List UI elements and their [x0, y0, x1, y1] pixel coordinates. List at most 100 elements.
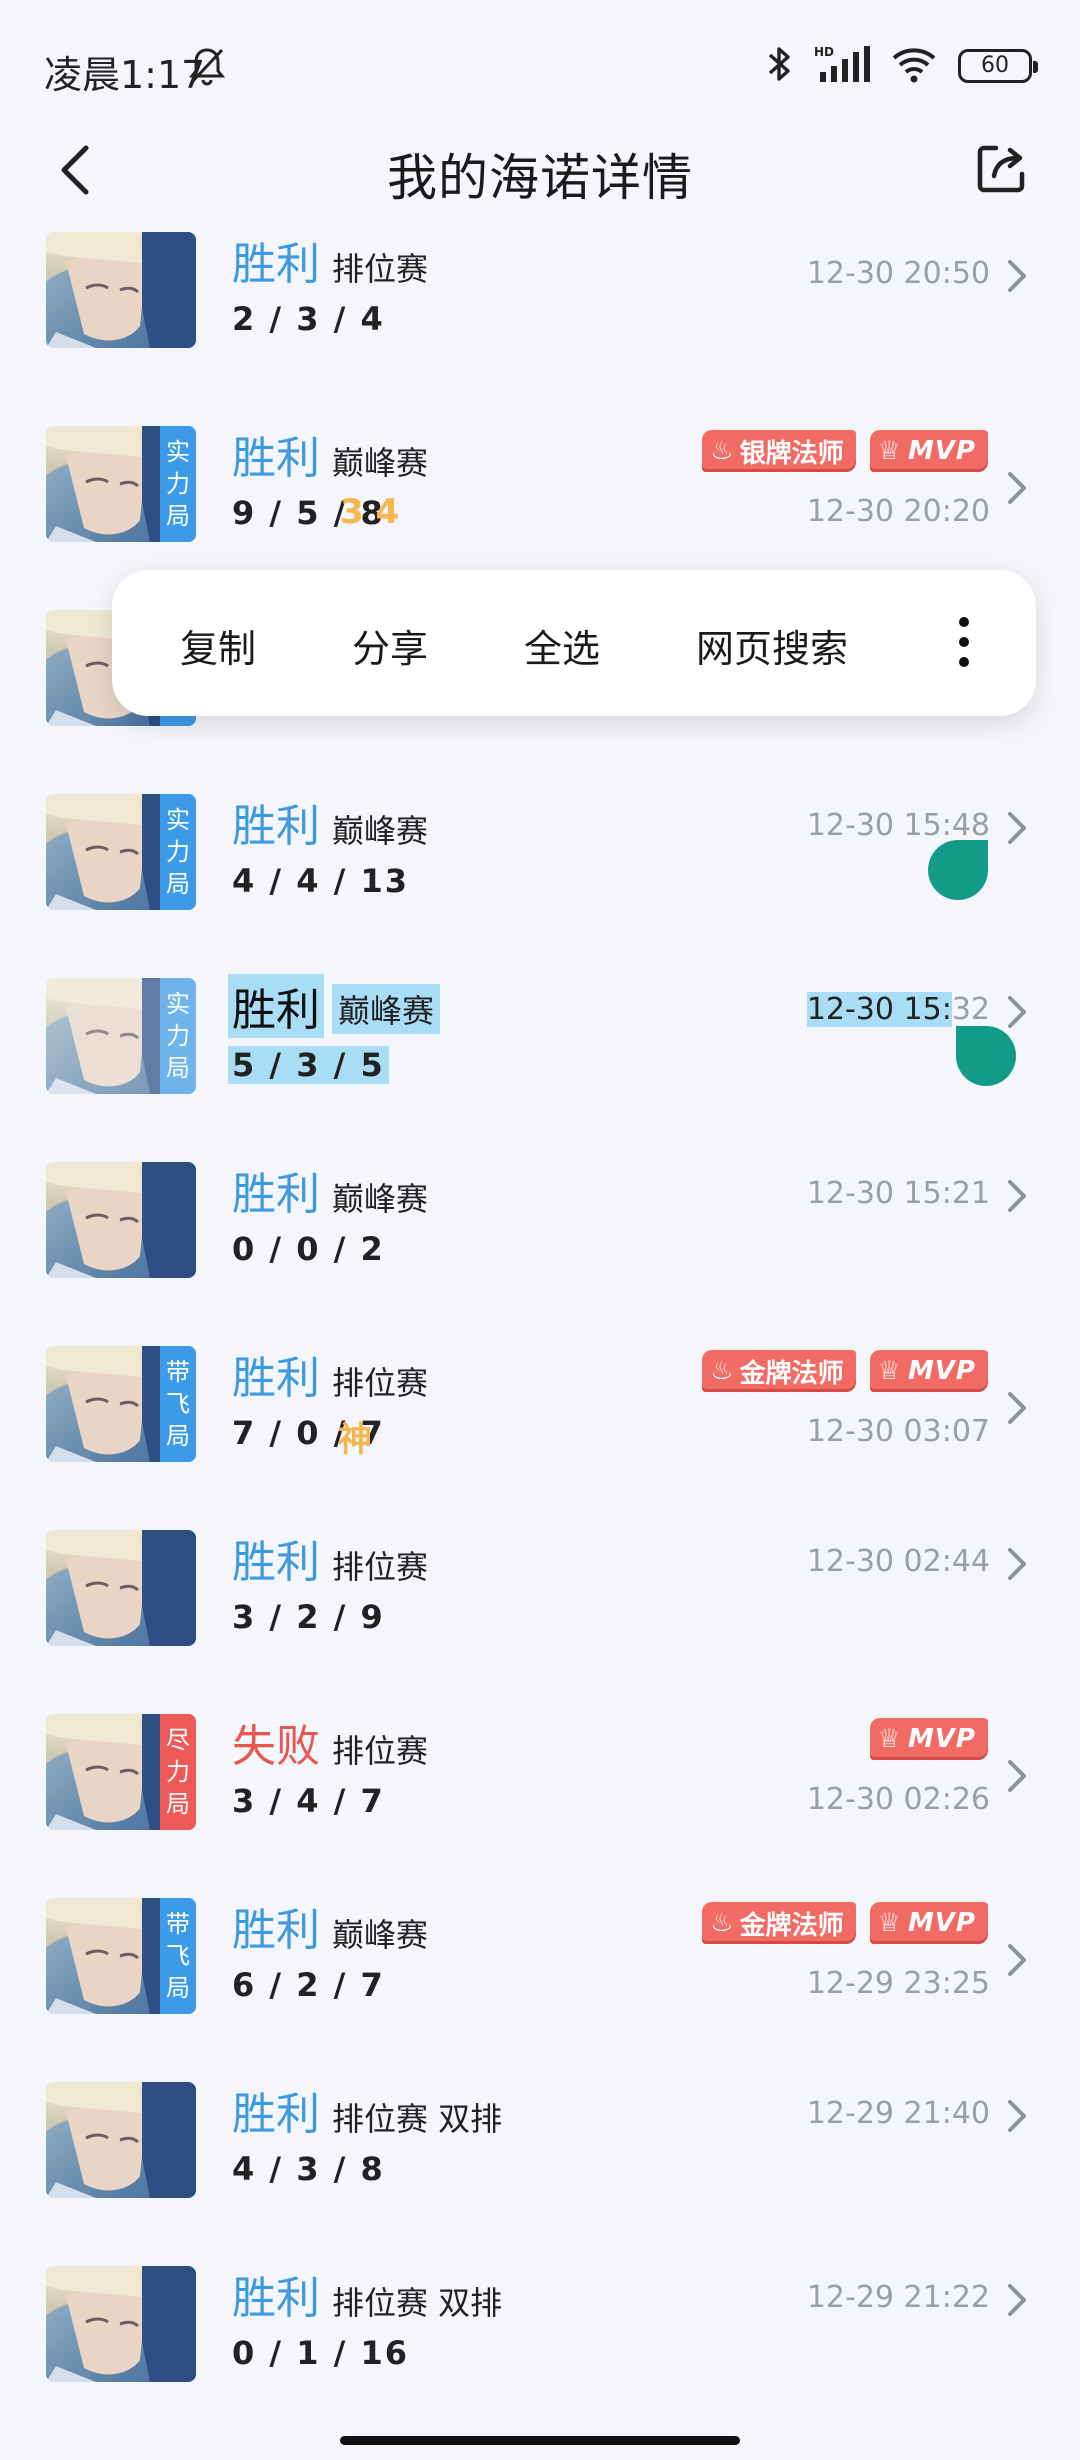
match-kda: 6 / 2 / 7 [232, 1966, 385, 2004]
match-time: 12-30 03:07 [806, 1414, 990, 1449]
match-row[interactable]: 实力局胜利 巅峰赛 9 / 5 / 83 4 ♨ 银牌法师 ♕ MVP 12-30 20:20 [0, 398, 1080, 582]
match-result: 胜利 [232, 1905, 320, 1956]
page-title: 我的海诺详情 [387, 149, 693, 207]
share-menu-item[interactable]: 分享 [352, 618, 428, 673]
match-time: 12-30 15:21 [806, 1176, 990, 1211]
match-kda: 5 / 3 / 5 [228, 1046, 389, 1084]
hero-avatar: 实力局 [46, 978, 196, 1094]
hero-avatar: 带飞局 [46, 1898, 196, 2014]
share-button[interactable] [974, 140, 1030, 196]
rank-badge: ♨ 银牌法师 [702, 430, 856, 472]
match-result: 胜利 [232, 801, 320, 852]
match-time: 12-30 02:44 [806, 1544, 990, 1579]
select-all-menu-item[interactable]: 全选 [524, 618, 600, 673]
chevron-right-icon[interactable] [1006, 470, 1028, 506]
match-kda: 2 / 3 / 4 [232, 300, 385, 338]
match-row[interactable]: 胜利 巅峰赛 0 / 0 / 2 12-30 15:21 [0, 1134, 1080, 1318]
badge-label: MVP [907, 436, 976, 466]
share-icon [977, 145, 1025, 193]
hero-avatar [46, 2082, 196, 2198]
match-row[interactable]: 胜利 排位赛 双排 4 / 3 / 8 12-29 21:40 [0, 2054, 1080, 2238]
web-search-menu-item[interactable]: 网页搜索 [696, 618, 848, 673]
match-time: 12-30 02:26 [806, 1782, 990, 1817]
home-indicator[interactable] [340, 2436, 740, 2445]
match-kda: 0 / 0 / 2 [232, 1230, 385, 1268]
match-mode: 巅峰赛 [332, 1180, 429, 1218]
match-result: 胜利 [228, 974, 324, 1038]
match-time: 12-29 21:22 [806, 2280, 990, 2315]
battery-indicator: 60 [958, 49, 1038, 83]
match-time: 12-30 15:32 [806, 992, 990, 1027]
copy-menu-item[interactable]: 复制 [180, 618, 256, 673]
chevron-right-icon[interactable] [1006, 1758, 1028, 1794]
signal-icon: HD [814, 44, 870, 88]
match-time-selected: 12-30 15: [806, 992, 952, 1027]
selection-start-handle[interactable] [928, 840, 988, 900]
match-time: 12-29 21:40 [806, 2096, 990, 2131]
match-tag-char: 实 [166, 990, 190, 1018]
match-mode: 排位赛 双排 [332, 2100, 503, 2138]
match-tag: 带飞局 [160, 1346, 196, 1462]
match-tag-char: 局 [166, 1054, 190, 1082]
match-mode: 巅峰赛 [332, 444, 429, 482]
nav-bar: 我的海诺详情 [0, 120, 1080, 220]
match-row[interactable]: 胜利 排位赛 双排 0 / 1 / 16 12-29 21:22 [0, 2238, 1080, 2422]
match-result: 失败 [232, 1721, 320, 1772]
chevron-right-icon[interactable] [1006, 1390, 1028, 1426]
match-tag-char: 飞 [166, 1942, 190, 1970]
chevron-right-icon[interactable] [1006, 994, 1028, 1030]
chevron-right-icon[interactable] [1006, 1546, 1028, 1582]
match-tag: 实力局 [160, 794, 196, 910]
match-mode: 排位赛 [332, 250, 429, 288]
text-selection-menu: 复制 分享 全选 网页搜索 [112, 570, 1036, 716]
status-indicators: HD 60 [764, 44, 1038, 88]
selection-end-handle[interactable] [956, 1026, 1016, 1086]
match-row[interactable]: 实力局胜利 巅峰赛 4 / 4 / 13 12-30 15:48 [0, 766, 1080, 950]
trophy-icon: ♕ [877, 436, 902, 466]
match-tag-char: 力 [166, 838, 190, 866]
match-tag-char: 带 [166, 1358, 190, 1386]
match-tag-char: 飞 [166, 1390, 190, 1418]
match-row[interactable]: 尽力局失败 排位赛 3 / 4 / 7 ♕ MVP 12-30 02:26 [0, 1686, 1080, 1870]
match-badges: ♨ 金牌法师 ♕ MVP [702, 1350, 988, 1392]
match-tag-char: 力 [166, 470, 190, 498]
match-result: 胜利 [232, 1353, 320, 1404]
chevron-right-icon[interactable] [1006, 810, 1028, 846]
chevron-right-icon[interactable] [1006, 1942, 1028, 1978]
match-row[interactable]: 带飞局胜利 排位赛 7 / 0 / 7 神 ♨ 金牌法师 ♕ MVP 12-30 03:07 [0, 1318, 1080, 1502]
match-tag-char: 实 [166, 806, 190, 834]
match-badges: ♨ 银牌法师 ♕ MVP [702, 430, 988, 472]
match-row[interactable]: 胜利 排位赛 2 / 3 / 4 12-30 20:50 [0, 214, 1080, 398]
hd-label: HD [814, 45, 834, 59]
flame-icon: ♨ [710, 1908, 734, 1938]
wifi-icon [890, 44, 938, 88]
match-tag-char: 局 [166, 1974, 190, 2002]
chevron-right-icon[interactable] [1006, 258, 1028, 294]
trophy-icon: ♕ [877, 1356, 902, 1386]
match-tag: 实力局 [160, 978, 196, 1094]
match-tag-char: 实 [166, 438, 190, 466]
trophy-icon: ♕ [877, 1724, 902, 1754]
match-row[interactable]: 带飞局胜利 巅峰赛 6 / 2 / 7 ♨ 金牌法师 ♕ MVP 12-29 23:25 [0, 1870, 1080, 2054]
more-options-button[interactable] [958, 614, 970, 670]
match-kda: 0 / 1 / 16 [232, 2334, 409, 2372]
match-kda: 4 / 4 / 13 [232, 862, 409, 900]
match-time: 12-30 20:50 [806, 256, 990, 291]
match-mode: 巅峰赛 [332, 812, 429, 850]
mvp-badge: ♕ MVP [869, 1350, 988, 1392]
match-result: 胜利 [232, 239, 320, 290]
match-tag-char: 带 [166, 1910, 190, 1938]
chevron-right-icon[interactable] [1006, 2282, 1028, 2318]
match-row[interactable]: 胜利 排位赛 3 / 2 / 9 12-30 02:44 [0, 1502, 1080, 1686]
match-time: 12-30 20:20 [806, 494, 990, 529]
match-badges: ♕ MVP [869, 1718, 988, 1760]
mvp-badge: ♕ MVP [869, 1902, 988, 1944]
flame-icon: ♨ [710, 436, 734, 466]
match-time-rest: 32 [951, 992, 990, 1027]
chevron-right-icon[interactable] [1006, 2098, 1028, 2134]
chevron-right-icon[interactable] [1006, 1178, 1028, 1214]
match-tag: 尽力局 [160, 1714, 196, 1830]
match-row[interactable]: 实力局胜利 巅峰赛 5 / 3 / 5 12-30 15:32 [0, 950, 1080, 1134]
match-mode: 排位赛 双排 [332, 2284, 503, 2322]
rank-badge: ♨ 金牌法师 [702, 1902, 856, 1944]
